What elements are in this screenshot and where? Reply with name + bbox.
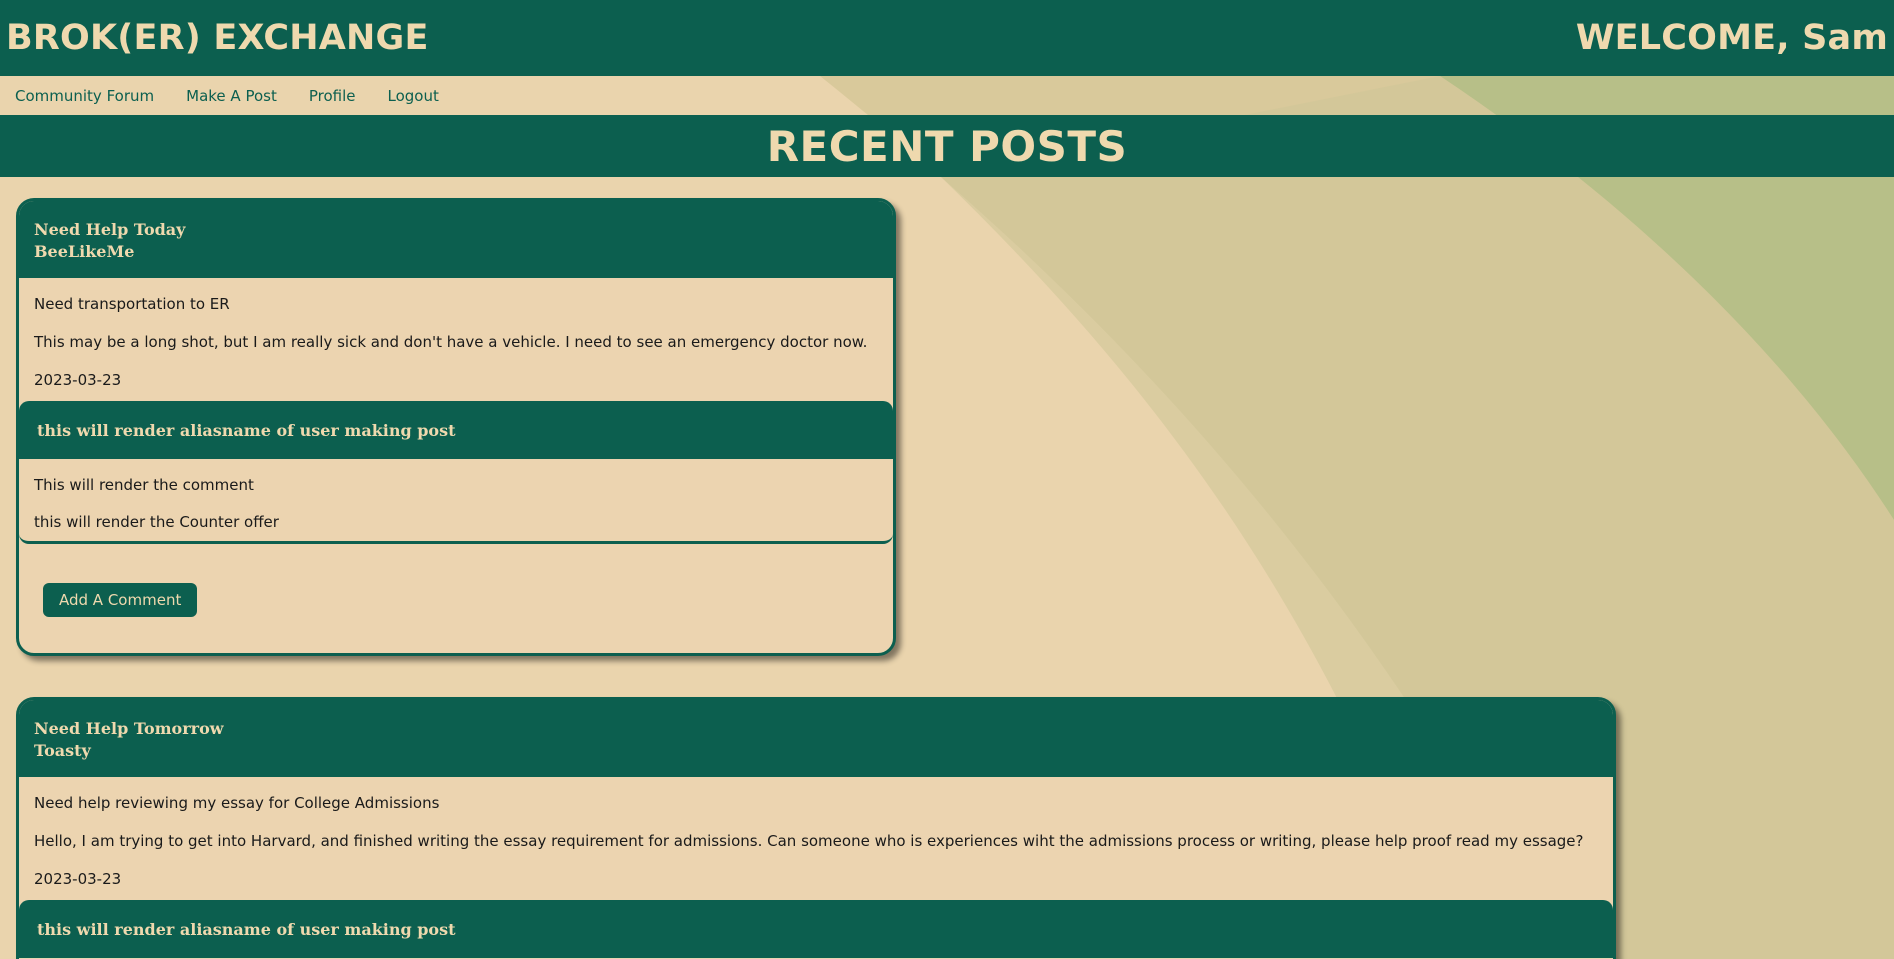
site-title: BROK(ER) EXCHANGE bbox=[6, 18, 429, 58]
post-subject: Need help reviewing my essay for College… bbox=[34, 794, 440, 812]
comment-author: this will render aliasname of user makin… bbox=[37, 919, 456, 939]
post-body: Need help reviewing my essay for College… bbox=[19, 777, 1613, 890]
post-date: 2023-03-23 bbox=[34, 870, 122, 888]
post-description: This may be a long shot, but I am really… bbox=[34, 333, 868, 351]
post-card: Need Help Tomorrow Toasty Need help revi… bbox=[16, 697, 1616, 959]
post-subject: Need transportation to ER bbox=[34, 295, 230, 313]
nav-link-logout[interactable]: Logout bbox=[387, 87, 438, 105]
main-nav: Community Forum Make A Post Profile Logo… bbox=[0, 76, 1894, 115]
comment-text: This will render the comment bbox=[34, 476, 254, 494]
site-header: BROK(ER) EXCHANGE WELCOME, Sam bbox=[0, 0, 1894, 76]
post-date: 2023-03-23 bbox=[34, 371, 122, 389]
post-description: Hello, I am trying to get into Harvard, … bbox=[34, 832, 1584, 850]
comment-author: this will render aliasname of user makin… bbox=[37, 420, 456, 440]
post-title: Need Help Tomorrow bbox=[34, 719, 224, 738]
post-body: Need transportation to ER This may be a … bbox=[19, 278, 893, 391]
post-author: BeeLikeMe bbox=[34, 242, 135, 261]
comment-body: This will render the comment this will r… bbox=[19, 459, 893, 541]
post-header: Need Help Tomorrow Toasty bbox=[19, 700, 1613, 777]
post-title: Need Help Today bbox=[34, 220, 186, 239]
comment-box: this will render aliasname of user makin… bbox=[19, 900, 1613, 958]
post-card: Need Help Today BeeLikeMe Need transport… bbox=[16, 198, 896, 656]
section-banner: RECENT POSTS bbox=[0, 115, 1894, 177]
comment-header: this will render aliasname of user makin… bbox=[19, 401, 893, 459]
post-header: Need Help Today BeeLikeMe bbox=[19, 201, 893, 278]
welcome-message: WELCOME, Sam bbox=[1575, 18, 1888, 58]
comment-header: this will render aliasname of user makin… bbox=[19, 900, 1613, 958]
nav-link-profile[interactable]: Profile bbox=[309, 87, 356, 105]
section-title: RECENT POSTS bbox=[766, 121, 1128, 171]
nav-link-make-a-post[interactable]: Make A Post bbox=[186, 87, 277, 105]
comment-counter-offer: this will render the Counter offer bbox=[34, 513, 279, 531]
comment-box: this will render aliasname of user makin… bbox=[19, 401, 893, 544]
add-comment-button[interactable]: Add A Comment bbox=[43, 583, 198, 617]
post-author: Toasty bbox=[34, 741, 91, 760]
nav-link-community-forum[interactable]: Community Forum bbox=[15, 87, 154, 105]
